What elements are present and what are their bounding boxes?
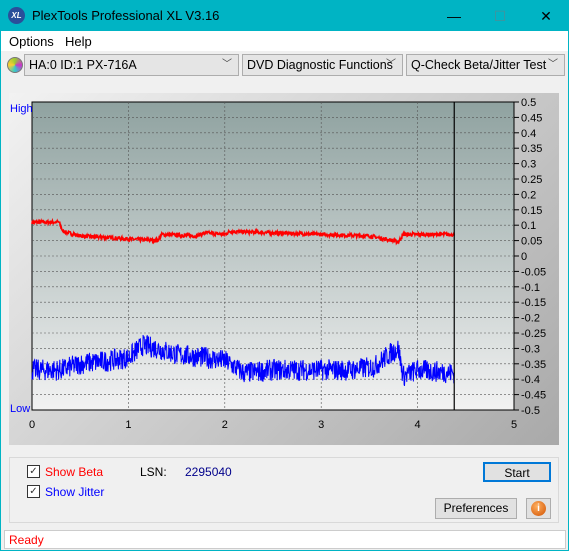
- chart-area: 0.5 0.45 0.4 0.35 0.3 0.25 0.2 0.15 0.1 0.05 0 -0.0…: [9, 93, 559, 445]
- app-logo-icon: XL: [8, 7, 25, 24]
- test-select-value: Q-Check Beta/Jitter Test: [411, 58, 547, 72]
- x-tick-label: 3: [318, 419, 324, 431]
- x-tick-label: 0: [29, 419, 35, 431]
- menu-bar: Options Help: [1, 31, 568, 51]
- y-tick-label: 0.05: [521, 236, 542, 248]
- y-tick-label: 0.35: [521, 143, 542, 155]
- y-tick-label: -0.2: [521, 313, 540, 325]
- chevron-down-icon: ﹀: [386, 59, 396, 70]
- y-tick-label: -0.05: [521, 266, 546, 278]
- info-button[interactable]: i: [526, 498, 551, 519]
- x-tick-label: 1: [125, 419, 131, 431]
- high-label: High: [10, 103, 33, 115]
- x-tick-label: 4: [415, 419, 421, 431]
- y-tick-label: 0.15: [521, 205, 542, 217]
- show-beta-checkbox[interactable]: ✓: [27, 465, 40, 478]
- y-tick-label: 0.3: [521, 159, 536, 171]
- x-tick-label: 5: [511, 419, 517, 431]
- y-tick-label: -0.4: [521, 374, 540, 386]
- show-jitter-checkbox[interactable]: ✓: [27, 485, 40, 498]
- y-tick-label: -0.15: [521, 297, 546, 309]
- drive-select-value: HA:0 ID:1 PX-716A: [29, 58, 137, 72]
- disc-drive-icon: [7, 57, 23, 73]
- y-tick-label: -0.1: [521, 282, 540, 294]
- y-tick-label: -0.5: [521, 405, 540, 417]
- preferences-button[interactable]: Preferences: [435, 498, 517, 519]
- status-bar: Ready: [4, 530, 566, 549]
- y-tick-label: -0.45: [521, 390, 546, 402]
- x-tick-label: 2: [222, 419, 228, 431]
- lsn-value: 2295040: [185, 465, 232, 479]
- chevron-down-icon: ﹀: [222, 59, 232, 70]
- y-tick-label: 0.45: [521, 112, 542, 124]
- y-tick-label: -0.3: [521, 343, 540, 355]
- menu-options[interactable]: Options: [9, 34, 54, 49]
- window-title: PlexTools Professional XL V3.16: [32, 8, 220, 23]
- function-select-value: DVD Diagnostic Functions: [247, 58, 393, 72]
- drive-select[interactable]: HA:0 ID:1 PX-716A ﹀: [24, 54, 239, 76]
- low-label: Low: [10, 403, 30, 415]
- maximize-button[interactable]: ☐: [485, 5, 515, 27]
- lsn-label: LSN:: [140, 465, 167, 479]
- close-button[interactable]: ✕: [531, 5, 561, 27]
- y-tick-label: 0.5: [521, 97, 536, 109]
- beta-jitter-chart: 0.5 0.45 0.4 0.35 0.3 0.25 0.2 0.15 0.1 0.05 0 -0.0…: [10, 97, 546, 431]
- y-tick-label: 0.25: [521, 174, 542, 186]
- y-tick-label: 0.2: [521, 189, 536, 201]
- chevron-down-icon: ﹀: [548, 59, 558, 70]
- y-tick-label: -0.35: [521, 359, 546, 371]
- show-jitter-label[interactable]: Show Jitter: [45, 485, 104, 499]
- y-tick-label: -0.25: [521, 328, 546, 340]
- y-tick-label: 0.4: [521, 128, 536, 140]
- test-select[interactable]: Q-Check Beta/Jitter Test ﹀: [406, 54, 565, 76]
- main-window: XL PlexTools Professional XL V3.16 — ☐ ✕…: [0, 0, 569, 551]
- start-button[interactable]: Start: [483, 462, 551, 482]
- title-bar: XL PlexTools Professional XL V3.16 — ☐ ✕: [1, 1, 568, 31]
- options-panel: ✓ Show Beta ✓ Show Jitter LSN: 2295040 S…: [9, 457, 559, 523]
- menu-help[interactable]: Help: [65, 34, 92, 49]
- y-tick-label: 0.1: [521, 220, 536, 232]
- toolbar: HA:0 ID:1 PX-716A ﹀ DVD Diagnostic Functi…: [1, 51, 568, 79]
- minimize-button[interactable]: —: [439, 5, 469, 27]
- info-icon: i: [531, 501, 546, 516]
- function-select[interactable]: DVD Diagnostic Functions ﹀: [242, 54, 403, 76]
- y-tick-label: 0: [521, 251, 527, 263]
- show-beta-label[interactable]: Show Beta: [45, 465, 103, 479]
